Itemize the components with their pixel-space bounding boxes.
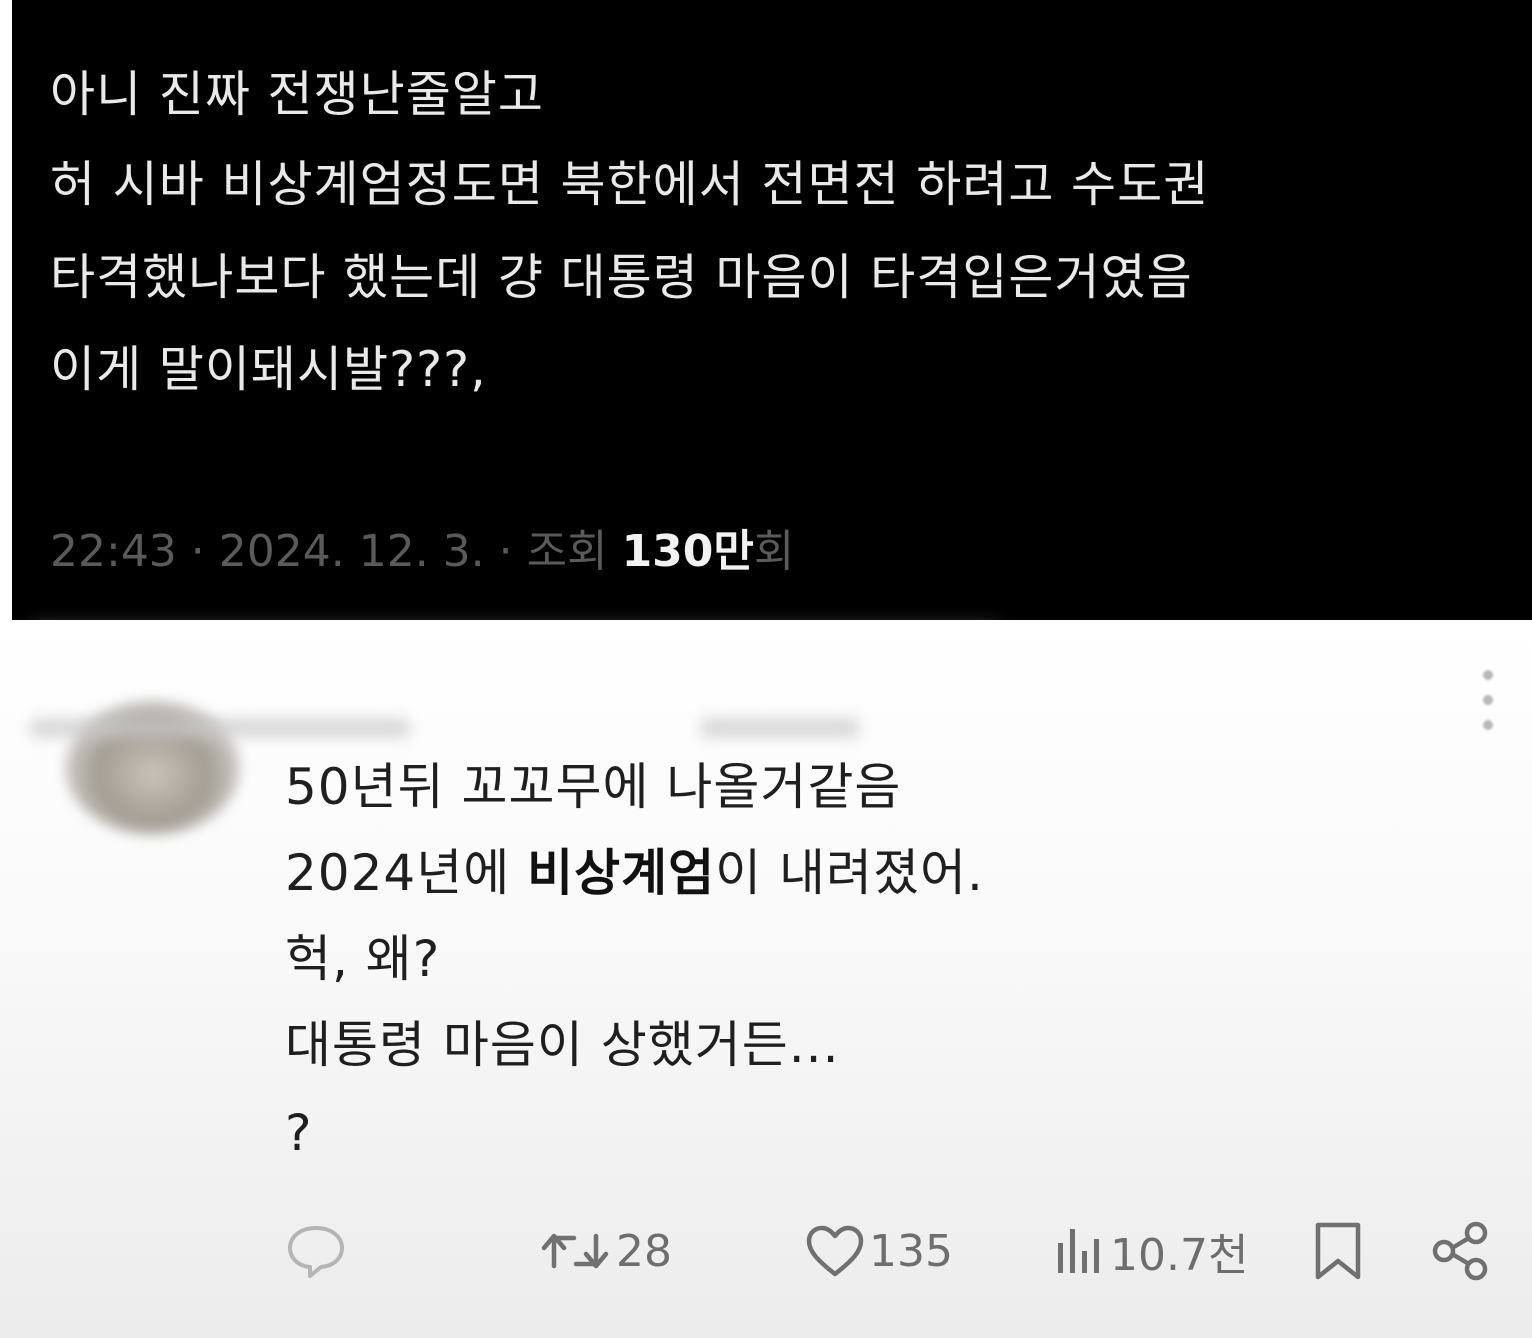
blurred-username — [30, 718, 410, 738]
tweet-meta: 22:43 · 2024. 12. 3. · 조회 130만회 — [50, 530, 794, 574]
bookmark-button[interactable] — [1312, 1222, 1364, 1280]
like-button[interactable]: 135 — [805, 1222, 953, 1280]
bookmark-icon — [1315, 1222, 1361, 1280]
tweet-text-line-4: 이게 말이돼시발???, — [50, 341, 487, 398]
reply-bold-keyword: 비상계엄 — [527, 844, 716, 902]
heart-icon — [806, 1225, 864, 1277]
retweet-count: 28 — [616, 1225, 672, 1277]
reply-text-line-2: 2024년에 비상계엄이 내려졌어. — [285, 844, 984, 902]
retweet-icon — [541, 1233, 609, 1269]
reply-text-line-3: 헉, 왜? — [285, 930, 441, 988]
share-button[interactable] — [1430, 1221, 1490, 1281]
share-icon — [1432, 1221, 1488, 1281]
tweet-timestamp: 22:43 · 2024. 12. 3. · 조회 — [50, 526, 622, 577]
left-edge-strip — [0, 0, 12, 620]
views-button[interactable]: 10.7천 — [1052, 1222, 1249, 1281]
reply-button[interactable] — [285, 1222, 347, 1280]
tweet-text-line-1: 아니 진짜 전쟁난줄알고 — [50, 66, 544, 123]
comment-icon — [288, 1226, 344, 1278]
retweet-button[interactable]: 28 — [540, 1222, 672, 1280]
like-count: 135 — [869, 1225, 953, 1277]
bar-chart-icon — [1058, 1229, 1099, 1273]
reply-text-line-4: 대통령 마음이 상했거든... — [285, 1016, 840, 1074]
more-options-icon[interactable] — [1476, 670, 1500, 730]
reply-text-line-5: ? — [285, 1104, 313, 1162]
views-count: 10.7천 — [1110, 1230, 1249, 1281]
blurred-handle — [700, 718, 860, 738]
tweet-view-suffix: 회 — [753, 526, 795, 577]
tweet-panel: 아니 진짜 전쟁난줄알고 허 시바 비상계엄정도면 북한에서 전면전 하려고 수… — [12, 0, 1532, 620]
reply-text-line-1: 50년뒤 꼬꼬무에 나올거같음 — [285, 758, 902, 816]
tweet-text-line-3: 타격했나보다 했는데 걍 대통령 마음이 타격입은거였음 — [50, 249, 1193, 306]
tweet-view-count: 130만 — [621, 526, 754, 577]
tweet-text-line-2: 허 시바 비상계엄정도면 북한에서 전면전 하려고 수도권 — [50, 156, 1210, 213]
